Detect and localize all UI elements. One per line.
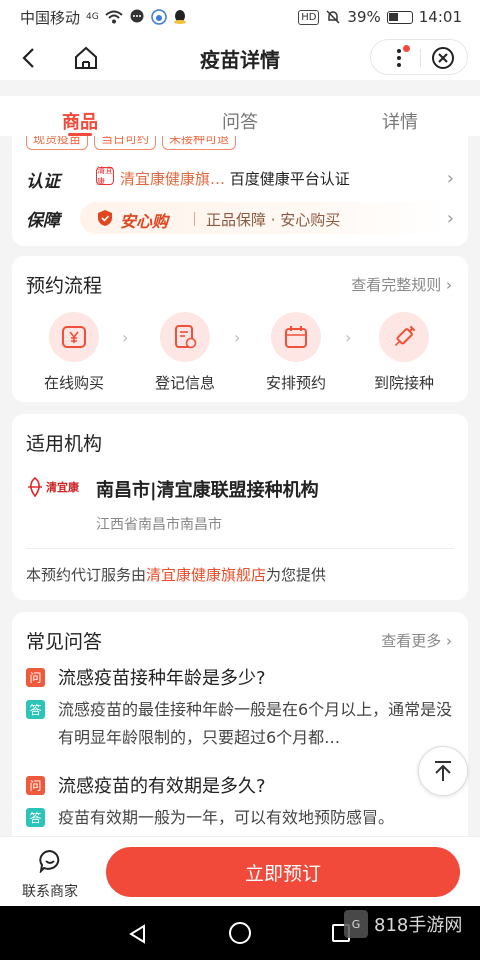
view-full-rules-link[interactable]: 查看完整规则 › — [351, 274, 452, 295]
step-icon-circle — [271, 312, 321, 362]
question-badge: 问 — [26, 776, 45, 795]
step-arrow-icon: › — [122, 328, 129, 347]
step-icon-circle — [160, 312, 210, 362]
service-tags: 现货疫苗 当日可约 未接种可退 — [26, 136, 237, 156]
faq-title: 常见问答 — [26, 631, 103, 653]
service-provider-note: 本预约代订服务由清宜康健康旗舰店为您提供 — [26, 564, 326, 585]
shield-icon — [98, 210, 112, 226]
step-label: 在线购买 — [43, 374, 104, 392]
faq-card: 常见问答 查看更多 › 问 流感疫苗接种年龄是多少? 答 流感疫苗的最佳接种年龄… — [12, 612, 468, 852]
watermark: G 818手游网 — [344, 910, 462, 938]
carrier-name: 中国移动 — [20, 8, 81, 27]
booking-process-card: 预约流程 查看完整规则 › 在线购买 › 登记信息 › 安排预约 › 到院接种 — [12, 256, 468, 402]
step-label: 登记信息 — [154, 374, 215, 392]
view-full-rules-label: 查看完整规则 — [351, 276, 442, 294]
step-register-info: 登记信息 — [145, 312, 225, 393]
institution-name[interactable]: 南昌市|清宜康联盟接种机构 — [96, 476, 319, 502]
book-now-button[interactable]: 立即预订 — [106, 847, 460, 897]
system-home-icon[interactable] — [229, 922, 251, 944]
view-more-label: 查看更多 — [381, 632, 442, 650]
tab-details[interactable]: 详情 — [382, 108, 418, 134]
tab-product[interactable]: 商品 — [62, 108, 98, 134]
tab-bar: 商品 问答 详情 — [0, 96, 480, 136]
answer-badge: 答 — [26, 808, 45, 827]
battery-icon — [386, 10, 413, 24]
step-arrange-appointment: 安排预约 — [256, 312, 336, 393]
certification-desc: 百度健康平台认证 — [229, 170, 350, 188]
back-to-top-button[interactable] — [418, 746, 468, 796]
hd-badge: HD — [298, 9, 320, 25]
wifi-icon — [105, 10, 123, 24]
institution-card: 适用机构 清宜康 南昌市|清宜康联盟接种机构 江西省南昌市南昌市 本预约代订服务… — [12, 414, 468, 600]
certified-store-name: 清宜康健康旗… — [120, 170, 226, 188]
system-back-icon[interactable] — [128, 924, 148, 944]
guarantee-divider — [194, 212, 195, 226]
step-online-purchase: 在线购买 — [34, 312, 114, 393]
navigation-bar: 疫苗详情 — [0, 34, 480, 80]
institution-logo: 清宜康 — [26, 476, 86, 500]
tag-same-day: 当日可约 — [94, 136, 157, 150]
certification-label: 认证 — [26, 172, 60, 192]
status-bar: 中国移动 4G HD 39% 14:01 — [0, 0, 480, 34]
step-icon-circle — [379, 312, 429, 362]
guarantee-label: 保障 — [26, 211, 60, 231]
yen-icon — [62, 326, 86, 348]
step-hospital-vaccination: 到院接种 — [364, 312, 444, 393]
certification-row[interactable]: 清宜康健康旗… 百度健康平台认证 — [120, 168, 350, 189]
clock: 14:01 — [418, 8, 462, 26]
process-title: 预约流程 — [26, 275, 103, 297]
provider-prefix: 本预约代订服务由 — [26, 566, 147, 584]
notification-dot — [403, 45, 410, 52]
divider — [26, 548, 454, 549]
contact-merchant-label: 联系商家 — [22, 884, 78, 900]
tag-refundable: 未接种可退 — [162, 136, 237, 150]
product-info-card: 现货疫苗 当日可约 未接种可退 认证 清宜康 清宜康健康旗… 百度健康平台认证 … — [12, 136, 468, 246]
faq-answer: 疫苗有效期一般为一年，可以有效地预防感冒。 — [58, 808, 395, 827]
answer-badge: 答 — [26, 700, 45, 719]
institution-address: 江西省南昌市南昌市 — [96, 517, 222, 533]
faq-answer: 流感疫苗的最佳接种年龄一般是在6个月以上，通常是没有明显年龄限制的，只要超过6个… — [58, 700, 453, 747]
step-label: 安排预约 — [265, 374, 326, 392]
step-icon-circle — [49, 312, 99, 362]
question-badge: 问 — [26, 668, 45, 687]
store-logo: 清宜康 — [96, 166, 114, 186]
institution-title: 适用机构 — [26, 433, 103, 455]
tab-qa[interactable]: 问答 — [222, 108, 258, 134]
step-label: 到院接种 — [373, 374, 434, 392]
faq-question[interactable]: 流感疫苗接种年龄是多少? — [58, 664, 266, 690]
view-more-link[interactable]: 查看更多 › — [381, 630, 452, 651]
syringe-icon — [394, 325, 416, 347]
institution-logo-text: 清宜康 — [46, 481, 79, 494]
institution-logo-mark — [28, 476, 42, 498]
contact-merchant-button[interactable]: 联系商家 — [14, 849, 86, 901]
battery-percent: 39% — [347, 8, 381, 26]
close-icon[interactable] — [431, 46, 455, 70]
chat-bubble-icon — [39, 849, 60, 874]
bell-off-icon — [326, 10, 340, 24]
arrow-up-icon — [435, 761, 451, 781]
faq-question[interactable]: 流感疫苗的有效期是多久? — [58, 772, 266, 798]
watermark-text: 818手游网 — [374, 915, 463, 936]
network-type: 4G — [86, 12, 99, 22]
chevron-right-icon[interactable]: › — [447, 168, 454, 189]
bottom-action-bar: 联系商家 立即预订 — [0, 836, 480, 906]
guarantee-brand: 安心购 — [120, 212, 169, 231]
message-icon — [130, 9, 144, 23]
chevron-right-icon[interactable]: › — [447, 208, 454, 229]
qq-icon — [173, 10, 186, 24]
watermark-robot-icon: G — [344, 910, 368, 938]
provider-suffix: 为您提供 — [266, 566, 327, 584]
tag-in-stock: 现货疫苗 — [26, 136, 89, 150]
step-arrow-icon: › — [234, 328, 241, 347]
calendar-icon — [285, 326, 307, 348]
mini-program-capsule — [370, 39, 468, 75]
provider-store-link[interactable]: 清宜康健康旗舰店 — [146, 566, 266, 584]
register-icon — [175, 325, 197, 349]
guarantee-text: 正品保障 · 安心购买 — [206, 211, 341, 229]
baidu-paw-icon — [150, 9, 167, 25]
capsule-divider — [420, 49, 421, 67]
step-arrow-icon: › — [345, 328, 352, 347]
